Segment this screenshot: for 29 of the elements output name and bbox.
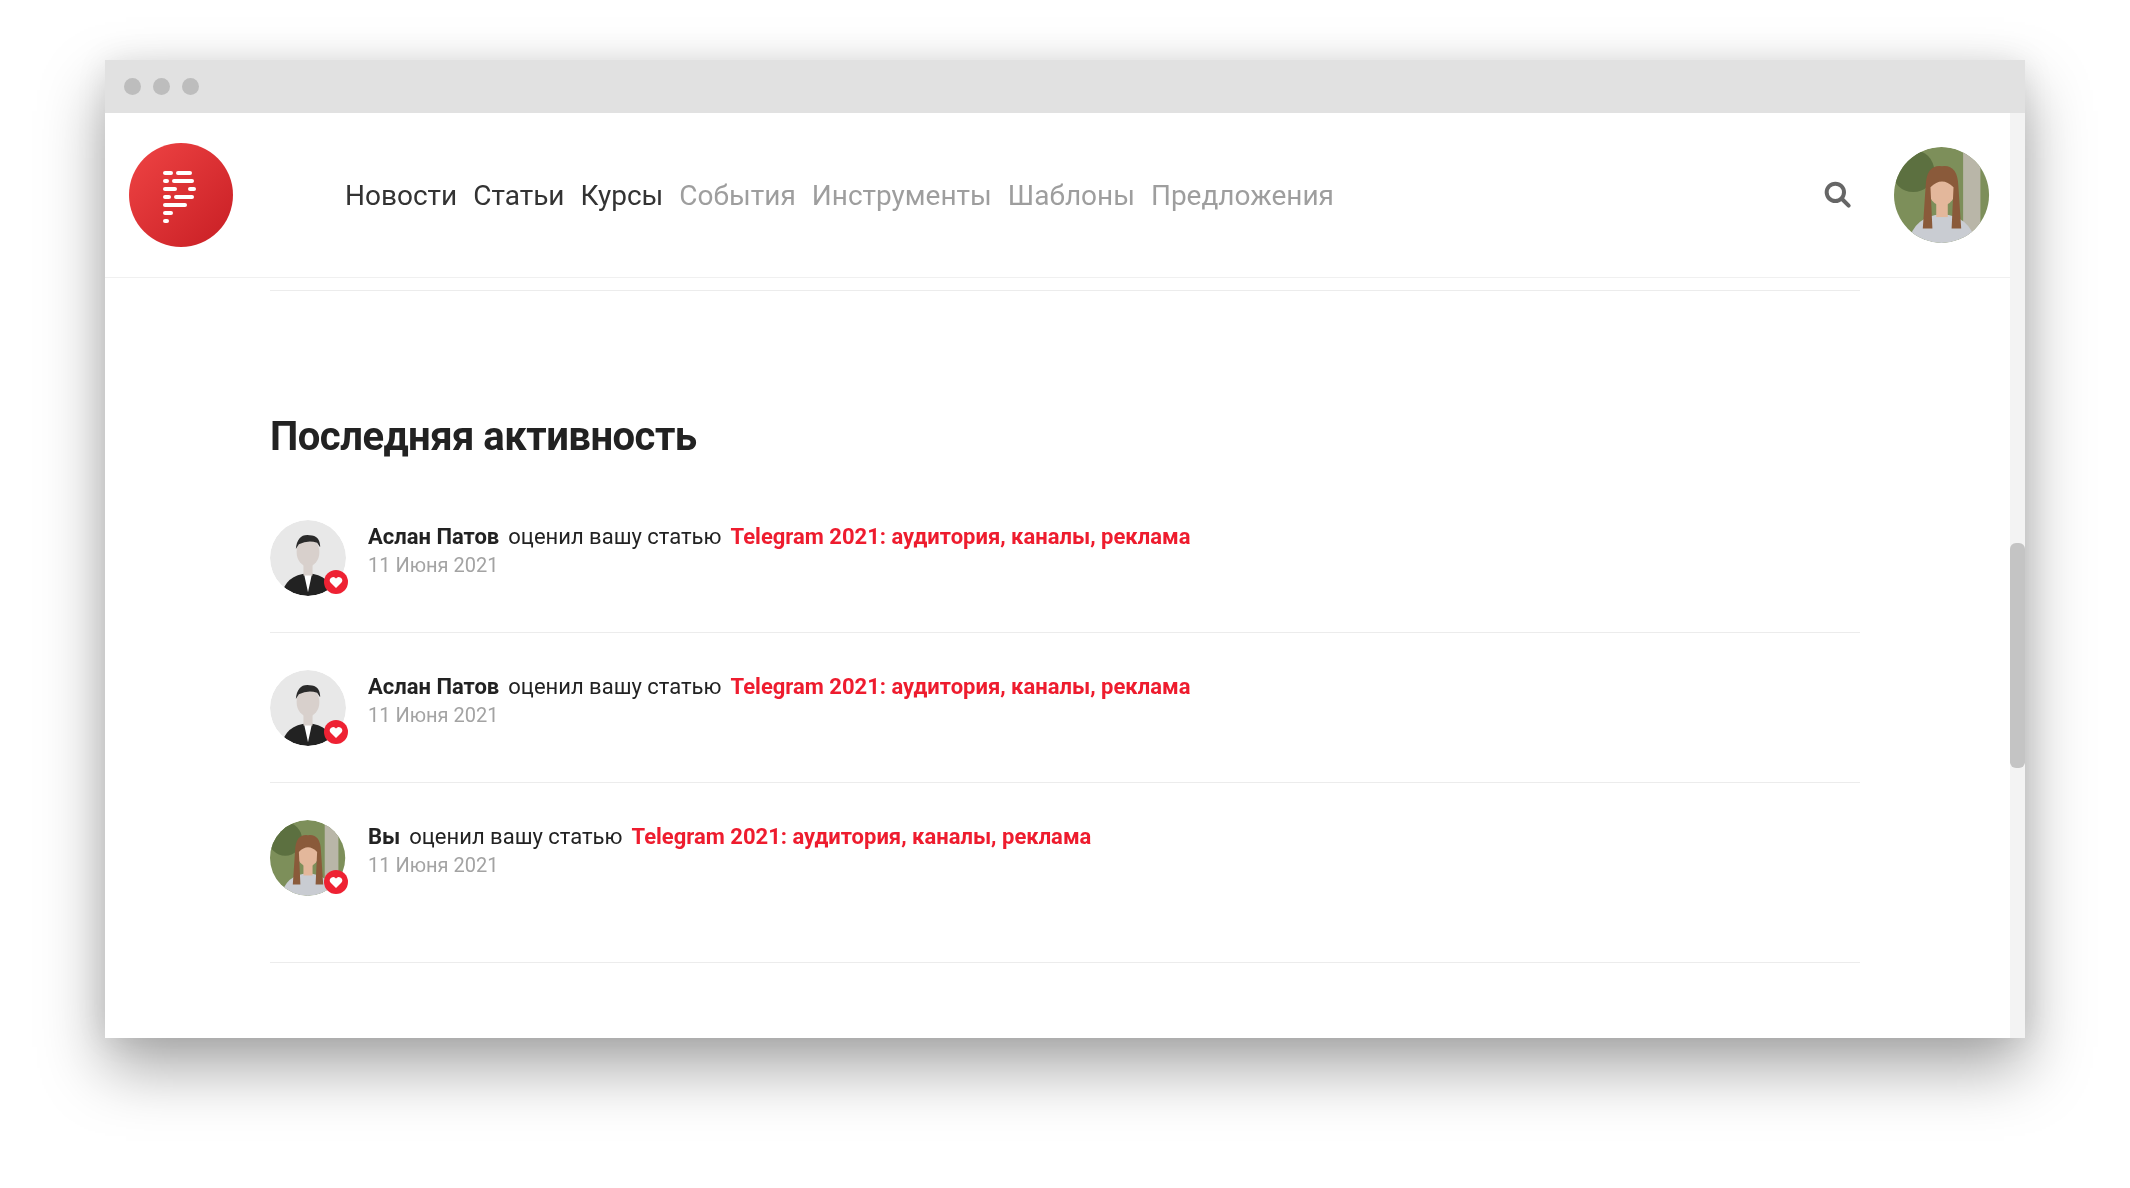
nav-link[interactable]: Предложения bbox=[1150, 178, 1334, 212]
scrollbar-thumb[interactable] bbox=[2010, 543, 2025, 768]
nav-link[interactable]: Статьи bbox=[473, 178, 565, 212]
nav-link[interactable]: События bbox=[679, 178, 796, 212]
action-text: оценил вашу статью bbox=[508, 524, 722, 549]
logo-icon[interactable] bbox=[129, 143, 233, 247]
heart-badge-icon bbox=[324, 720, 348, 744]
author-name[interactable]: Вы bbox=[368, 824, 401, 849]
nav-link[interactable]: Инструменты bbox=[811, 178, 992, 212]
article-link[interactable]: Telegram 2021: аудитория, каналы, реклама bbox=[730, 674, 1191, 699]
window-control-icon[interactable] bbox=[182, 78, 199, 95]
heart-badge-icon bbox=[324, 570, 348, 594]
activity-date: 11 Июня 2021 bbox=[368, 703, 500, 727]
author-name[interactable]: Аслан Патов bbox=[368, 524, 500, 549]
article-link[interactable]: Telegram 2021: аудитория, каналы, реклама bbox=[730, 524, 1191, 549]
activity-date: 11 Июня 2021 bbox=[368, 553, 500, 577]
activity-date: 11 Июня 2021 bbox=[368, 853, 500, 877]
heart-badge-icon bbox=[324, 870, 348, 894]
action-text: оценил вашу статью bbox=[508, 674, 722, 699]
window-control-icon[interactable] bbox=[124, 78, 141, 95]
window-control-icon[interactable] bbox=[153, 78, 170, 95]
nav-link[interactable]: Шаблоны bbox=[1007, 178, 1135, 212]
nav-link[interactable]: Курсы bbox=[580, 178, 664, 212]
search-icon[interactable] bbox=[1822, 179, 1854, 211]
action-text: оценил вашу статью bbox=[409, 824, 623, 849]
section-heading: Последняя активность bbox=[270, 413, 698, 460]
author-name[interactable]: Аслан Патов bbox=[368, 674, 500, 699]
nav-link[interactable]: Новости bbox=[345, 178, 458, 212]
article-link[interactable]: Telegram 2021: аудитория, каналы, реклама bbox=[631, 824, 1092, 849]
